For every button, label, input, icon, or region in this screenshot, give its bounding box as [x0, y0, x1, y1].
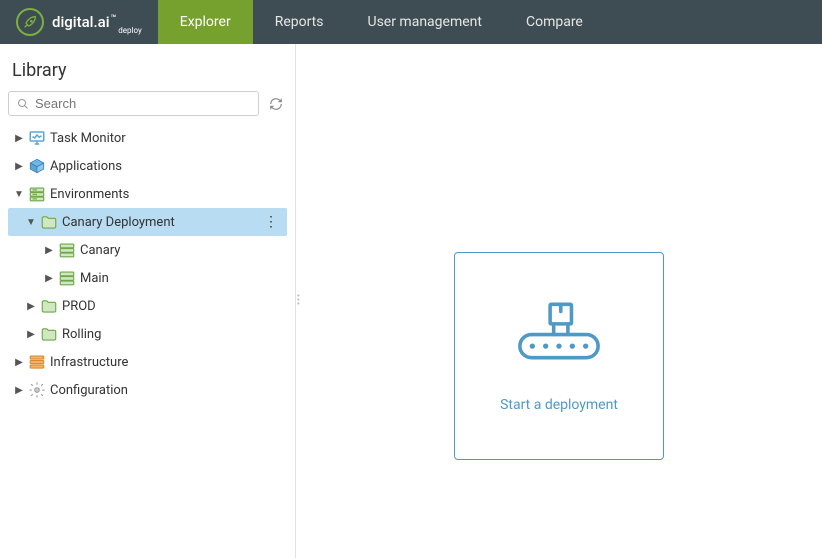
tree-label: Canary: [80, 243, 120, 258]
tree-node-environments[interactable]: ▼ Environments: [8, 180, 287, 208]
box-icon: [28, 157, 46, 175]
tree-node-rolling[interactable]: ▶ Rolling: [8, 320, 287, 348]
content-area: Start a deployment: [296, 44, 822, 558]
caret-down-icon: ▼: [14, 189, 24, 200]
caret-right-icon: ▶: [26, 329, 36, 340]
tree-label: Infrastructure: [50, 355, 128, 370]
tree-node-canary-deployment[interactable]: ▼ Canary Deployment ⋮: [8, 208, 287, 236]
brand-logo-area: digital.ai ™ deploy: [0, 8, 158, 36]
conveyor-icon: [514, 299, 604, 379]
tree-label: Task Monitor: [50, 131, 126, 146]
tree-node-task-monitor[interactable]: ▶ Task Monitor: [8, 124, 287, 152]
tree-label: Applications: [50, 159, 122, 174]
caret-right-icon: ▶: [26, 301, 36, 312]
nav-explorer[interactable]: Explorer: [158, 0, 253, 44]
caret-right-icon: ▶: [44, 273, 54, 284]
caret-right-icon: ▶: [44, 245, 54, 256]
folder-icon: [40, 325, 58, 343]
tree-node-canary[interactable]: ▶ Canary: [8, 236, 287, 264]
brand-tm: ™: [111, 14, 117, 24]
nav-reports[interactable]: Reports: [253, 0, 346, 44]
stack-icon: [28, 353, 46, 371]
tree-node-main[interactable]: ▶ Main: [8, 264, 287, 292]
refresh-icon[interactable]: [265, 93, 287, 115]
tree-label: Environments: [50, 187, 129, 202]
tree-label: Canary Deployment: [62, 215, 175, 230]
start-deployment-label: Start a deployment: [500, 397, 618, 413]
topbar: digital.ai ™ deploy Explorer Reports Use…: [0, 0, 822, 44]
tree-label: Configuration: [50, 383, 128, 398]
tree-node-infrastructure[interactable]: ▶ Infrastructure: [8, 348, 287, 376]
nav-compare[interactable]: Compare: [504, 0, 605, 44]
search-box[interactable]: [8, 91, 259, 116]
tree-node-applications[interactable]: ▶ Applications: [8, 152, 287, 180]
servers-icon: [28, 185, 46, 203]
caret-right-icon: ▶: [14, 133, 24, 144]
folder-icon: [40, 213, 58, 231]
nav-user-management[interactable]: User management: [345, 0, 503, 44]
servers-icon: [58, 241, 76, 259]
caret-right-icon: ▶: [14, 357, 24, 368]
tree-node-prod[interactable]: ▶ PROD: [8, 292, 287, 320]
tree-label: PROD: [62, 299, 96, 314]
tree-label: Main: [80, 271, 109, 286]
splitter-handle[interactable]: •••: [297, 295, 300, 307]
search-icon: [17, 98, 29, 110]
caret-down-icon: ▼: [26, 217, 36, 228]
tree-label: Rolling: [62, 327, 101, 342]
search-input[interactable]: [35, 96, 250, 111]
sidebar: Library ▶ Task Monitor: [0, 44, 296, 558]
sidebar-title: Library: [8, 54, 287, 91]
caret-right-icon: ▶: [14, 385, 24, 396]
brand-main-text: digital.ai: [52, 13, 110, 31]
start-deployment-card[interactable]: Start a deployment: [454, 252, 664, 460]
brand-name: digital.ai ™ deploy: [52, 13, 142, 31]
library-tree: ▶ Task Monitor ▶ Applications ▼: [8, 124, 287, 404]
folder-icon: [40, 297, 58, 315]
rocket-icon: [16, 8, 44, 36]
kebab-menu-icon[interactable]: ⋮: [260, 214, 281, 230]
brand-sub-text: deploy: [118, 26, 141, 35]
caret-right-icon: ▶: [14, 161, 24, 172]
monitor-icon: [28, 129, 46, 147]
servers-icon: [58, 269, 76, 287]
gear-icon: [28, 381, 46, 399]
tree-node-configuration[interactable]: ▶ Configuration: [8, 376, 287, 404]
